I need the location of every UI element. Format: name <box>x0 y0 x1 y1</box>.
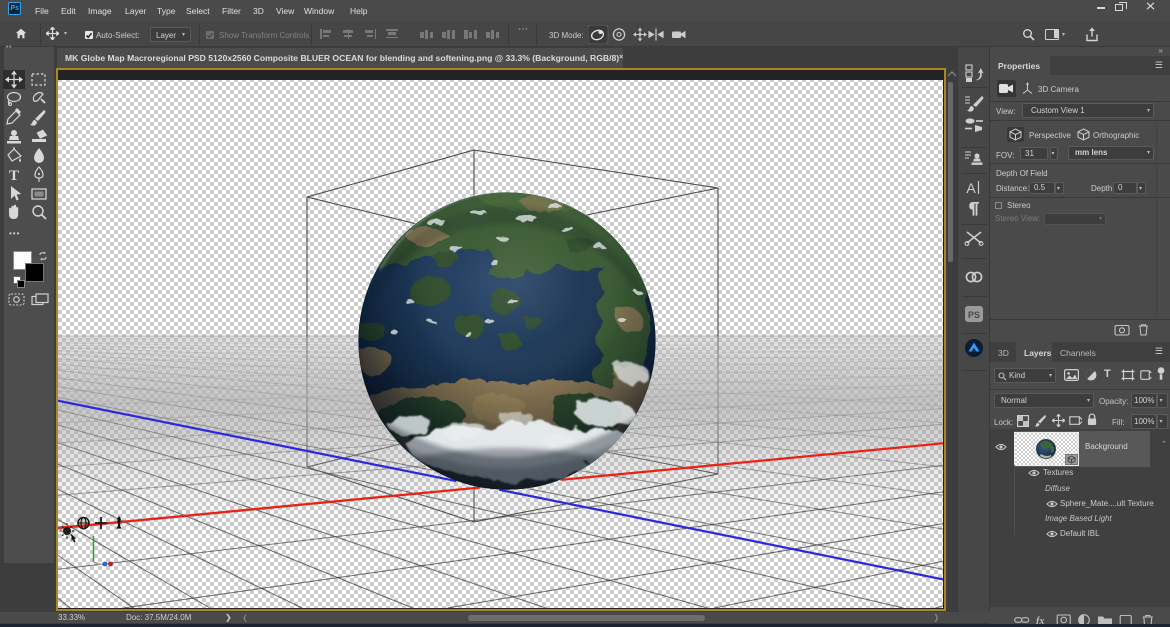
svg-text:T: T <box>9 168 19 184</box>
svg-text:PS: PS <box>968 310 980 320</box>
svg-text:A: A <box>966 180 976 196</box>
